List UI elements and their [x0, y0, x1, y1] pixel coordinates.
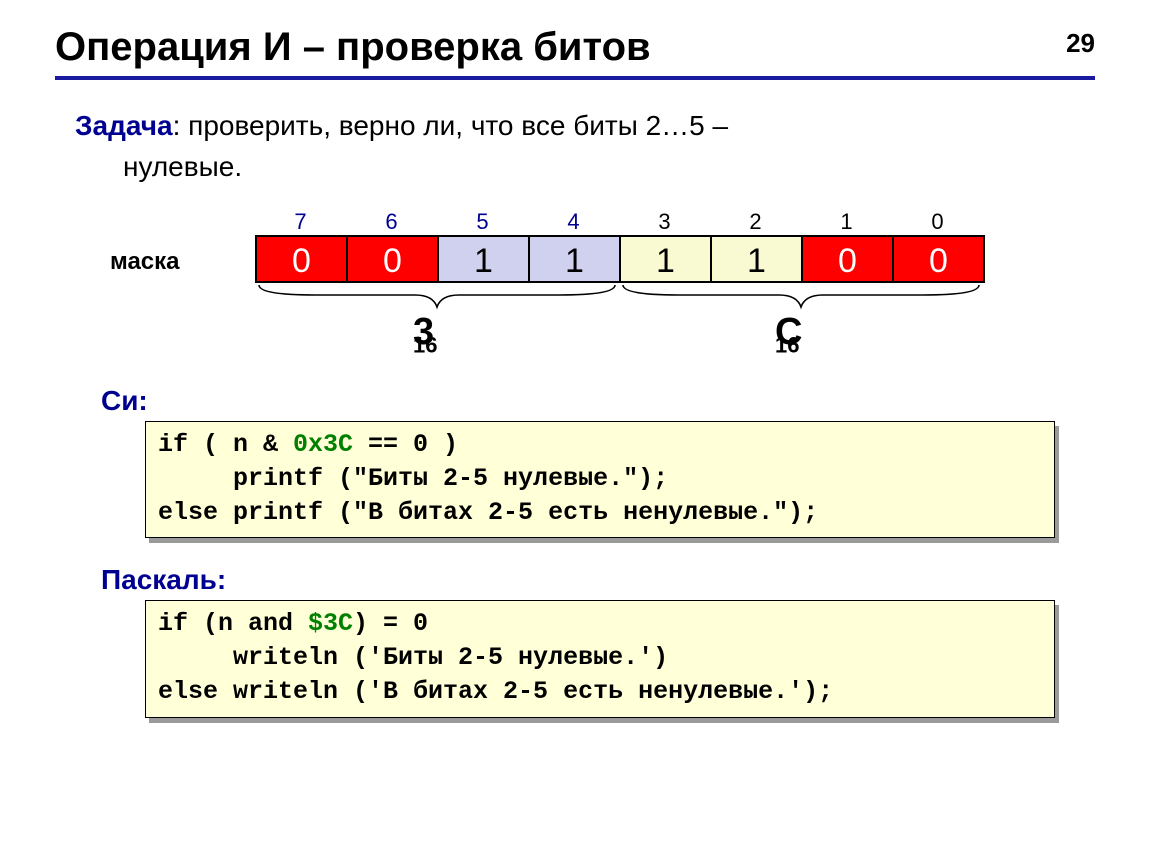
brace-right-icon: [619, 283, 983, 311]
code-c-box: if ( n & 0x3C == 0 ) printf ("Биты 2-5 н…: [145, 421, 1055, 538]
bit-mask-diagram: маска 7 6 5 4 3 2 1 0 0 0 1 1 1 1 0 0: [115, 209, 1015, 367]
bit-cell: 0: [894, 235, 985, 283]
hex-main: C: [775, 311, 802, 354]
bit-index-row: 7 6 5 4 3 2 1 0: [255, 209, 983, 235]
bit-cell: 1: [621, 235, 712, 283]
mask-label: маска: [110, 248, 180, 276]
code-pascal-box: if (n and $3C) = 0 writeln ('Биты 2-5 ну…: [145, 600, 1055, 717]
task-text-2: нулевые.: [75, 151, 242, 182]
bit-index: 5: [437, 209, 528, 235]
bit-index: 2: [710, 209, 801, 235]
code-line: else writeln ('В битах 2-5 есть ненулевы…: [158, 677, 833, 706]
task-paragraph: Задача: проверить, верно ли, что все бит…: [75, 106, 1095, 187]
hex-main: 3: [413, 311, 434, 354]
page-number: 29: [1066, 28, 1095, 59]
code-line: printf ("Биты 2-5 нулевые.");: [158, 464, 668, 493]
bit-cell: 1: [530, 235, 621, 283]
bit-index: 1: [801, 209, 892, 235]
bit-index: 4: [528, 209, 619, 235]
bit-cell: 1: [712, 235, 803, 283]
bit-index: 3: [619, 209, 710, 235]
bit-value-row: 0 0 1 1 1 1 0 0: [255, 235, 985, 283]
task-label: Задача: [75, 110, 173, 141]
bit-index: 0: [892, 209, 983, 235]
brace-left-icon: [255, 283, 619, 311]
bit-cell: 0: [257, 235, 348, 283]
hex-nibble-left: 316: [413, 311, 437, 359]
bit-index: 7: [255, 209, 346, 235]
lang-c-label: Си:: [101, 385, 1095, 417]
slide-title: Операция И – проверка битов: [55, 25, 1095, 70]
lang-pascal-label: Паскаль:: [101, 564, 1095, 596]
code-line: if ( n & 0x3C == 0 ): [158, 430, 458, 459]
task-text-1: : проверить, верно ли, что все биты 2…5 …: [173, 110, 729, 141]
bit-cell: 1: [439, 235, 530, 283]
bit-cell: 0: [348, 235, 439, 283]
code-line: if (n and $3C) = 0: [158, 609, 428, 638]
hex-nibble-right: C16: [775, 311, 799, 359]
code-line: writeln ('Биты 2-5 нулевые.'): [158, 643, 668, 672]
bit-cell: 0: [803, 235, 894, 283]
title-underline: [55, 76, 1095, 80]
bit-index: 6: [346, 209, 437, 235]
code-line: else printf ("В битах 2-5 есть ненулевые…: [158, 498, 818, 527]
